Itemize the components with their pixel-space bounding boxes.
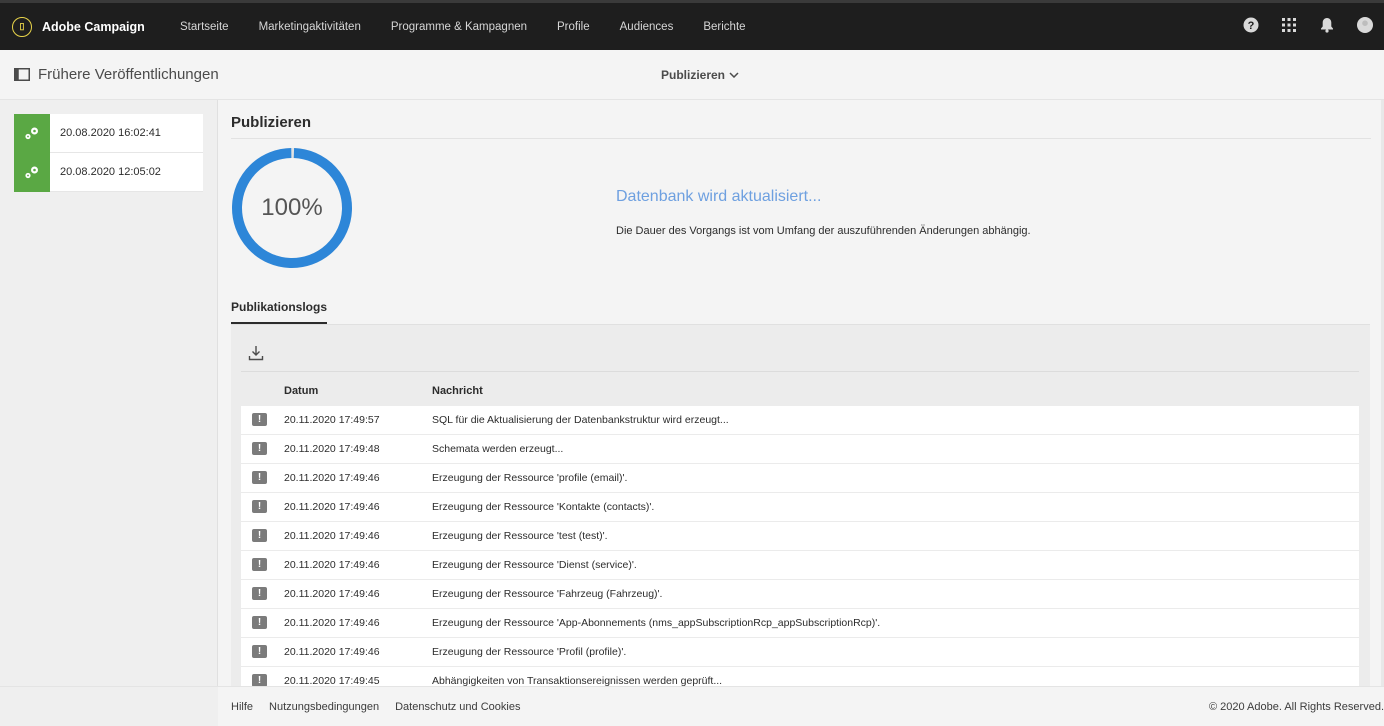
bell-icon[interactable] [1318, 16, 1336, 34]
message-alert-icon: ! [252, 471, 267, 484]
brand[interactable]: ▯ Adobe Campaign [12, 16, 180, 37]
svg-text:?: ? [1248, 20, 1255, 32]
row-date: 20.11.2020 17:49:46 [284, 472, 380, 484]
table-row[interactable]: ! 20.11.2020 17:49:46 Erzeugung der Ressou… [241, 493, 1359, 522]
column-header-date[interactable]: Datum [284, 385, 318, 397]
footer-left-spacer [0, 686, 218, 726]
top-navigation-bar: ▯ Adobe Campaign Startseite Marketingakt… [0, 0, 1384, 50]
row-date: 20.11.2020 17:49:48 [284, 443, 380, 455]
nav-item-marketingaktivitaeten[interactable]: Marketingaktivitäten [259, 21, 361, 33]
row-message: Erzeugung der Ressource 'Fahrzeug (Fahrz… [432, 588, 663, 600]
row-date: 20.11.2020 17:49:46 [284, 617, 380, 629]
sub-header: Frühere Veröffentlichungen Publizieren [0, 50, 1384, 100]
row-date: 20.11.2020 17:49:46 [284, 559, 380, 571]
nav-item-programme-kampagnen[interactable]: Programme & Kampagnen [391, 21, 527, 33]
row-message: Erzeugung der Ressource 'profile (email)… [432, 472, 628, 484]
previous-publications-title: Frühere Veröffentlichungen [38, 66, 219, 83]
brand-name: Adobe Campaign [42, 19, 145, 34]
publish-main-area: Publizieren 100% Datenbank wird aktualis… [218, 100, 1384, 687]
adobe-campaign-logo-icon: ▯ [12, 16, 32, 37]
help-icon[interactable]: ? [1242, 16, 1260, 34]
column-header-message[interactable]: Nachricht [432, 385, 483, 397]
table-row[interactable]: ! 20.11.2020 17:49:45 Abhängigkeiten von T… [241, 667, 1359, 687]
previous-publications-toggle[interactable]: Frühere Veröffentlichungen [14, 66, 219, 83]
row-date: 20.11.2020 17:49:46 [284, 501, 380, 513]
table-row[interactable]: ! 20.11.2020 17:49:46 Erzeugung der Ressou… [241, 464, 1359, 493]
publication-date: 20.08.2020 12:05:02 [60, 166, 161, 178]
footer-link-nutzungsbedingungen[interactable]: Nutzungsbedingungen [269, 701, 379, 713]
gears-icon [14, 152, 50, 192]
gears-icon [14, 113, 50, 153]
logs-table[interactable]: ! 20.11.2020 17:49:57 SQL für die Aktualis… [241, 406, 1359, 687]
row-message: Erzeugung der Ressource 'Kontakte (conta… [432, 501, 655, 513]
message-alert-icon: ! [252, 587, 267, 600]
row-message: Erzeugung der Ressource 'Profil (profile… [432, 646, 627, 658]
row-date: 20.11.2020 17:49:57 [284, 414, 380, 426]
message-alert-icon: ! [252, 558, 267, 571]
publication-logs-panel: Datum Nachricht ! 20.11.2020 17:49:57 SQL … [231, 324, 1370, 687]
publish-menu-label: Publizieren [661, 68, 726, 82]
table-row[interactable]: ! 20.11.2020 17:49:46 Erzeugung der Ressou… [241, 638, 1359, 667]
title-divider [231, 138, 1371, 139]
message-alert-icon: ! [252, 500, 267, 513]
apps-grid-icon[interactable] [1280, 16, 1298, 34]
table-row[interactable]: ! 20.11.2020 17:49:46 Erzeugung der Ressou… [241, 580, 1359, 609]
panel-toggle-icon [14, 68, 30, 81]
nav-right-tools: ? [1242, 16, 1374, 34]
publication-item[interactable]: 20.08.2020 12:05:02 [14, 152, 203, 192]
table-row[interactable]: ! 20.11.2020 17:49:48 Schemata werden erze… [241, 435, 1359, 464]
nav-item-profile[interactable]: Profile [557, 21, 590, 33]
tab-publikationslogs[interactable]: Publikationslogs [231, 300, 328, 324]
page-title: Publizieren [231, 114, 312, 131]
table-row[interactable]: ! 20.11.2020 17:49:46 Erzeugung der Ressou… [241, 609, 1359, 638]
message-alert-icon: ! [252, 616, 267, 629]
message-alert-icon: ! [252, 645, 267, 658]
message-alert-icon: ! [252, 529, 267, 542]
progress-percentage: 100% [261, 194, 323, 221]
row-message: SQL für die Aktualisierung der Datenbank… [432, 414, 729, 426]
row-message: Erzeugung der Ressource 'App-Abonnements… [432, 617, 881, 629]
table-row[interactable]: ! 20.11.2020 17:49:57 SQL für die Aktualis… [241, 406, 1359, 435]
status-description: Die Dauer des Vorgangs ist vom Umfang de… [616, 225, 1031, 237]
user-avatar-icon[interactable] [1356, 16, 1374, 34]
chevron-down-icon [729, 72, 739, 78]
publish-menu[interactable]: Publizieren [661, 68, 739, 82]
copyright: © 2020 Adobe. All Rights Reserved. [1208, 700, 1384, 713]
table-row[interactable]: ! 20.11.2020 17:49:46 Erzeugung der Ressou… [241, 522, 1359, 551]
footer-link-datenschutz[interactable]: Datenschutz und Cookies [395, 701, 520, 713]
row-message: Erzeugung der Ressource 'Dienst (service… [432, 559, 637, 571]
row-date: 20.11.2020 17:49:46 [284, 588, 380, 600]
nav-item-audiences[interactable]: Audiences [620, 21, 674, 33]
row-date: 20.11.2020 17:49:46 [284, 530, 380, 542]
publication-item[interactable]: 20.08.2020 16:02:41 [14, 113, 203, 153]
table-row[interactable]: ! 20.11.2020 17:49:46 Erzeugung der Ressou… [241, 551, 1359, 580]
nav-item-startseite[interactable]: Startseite [180, 21, 229, 33]
previous-publications-panel: 20.08.2020 16:02:41 20.08.2020 12:05:02 [0, 100, 218, 686]
footer-link-hilfe[interactable]: Hilfe [231, 701, 253, 713]
footer: Hilfe Nutzungsbedingungen Datenschutz un… [218, 686, 1384, 726]
row-date: 20.11.2020 17:49:46 [284, 646, 380, 658]
message-alert-icon: ! [252, 442, 267, 455]
nav-item-berichte[interactable]: Berichte [703, 21, 745, 33]
logs-toolbar-divider [241, 371, 1359, 372]
publication-date: 20.08.2020 16:02:41 [60, 127, 161, 139]
row-message: Schemata werden erzeugt... [432, 443, 564, 455]
row-message: Erzeugung der Ressource 'test (test)'. [432, 530, 608, 542]
message-alert-icon: ! [252, 413, 267, 426]
status-title: Datenbank wird aktualisiert... [616, 188, 822, 205]
download-icon[interactable] [248, 345, 264, 361]
